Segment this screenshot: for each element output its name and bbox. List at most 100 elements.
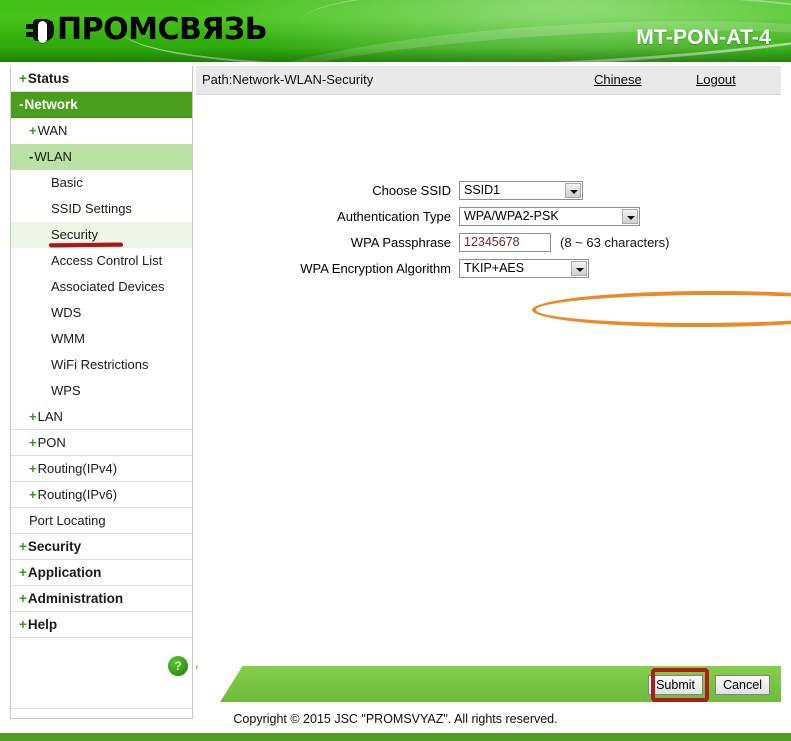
sidebar-item-label: Status <box>27 71 70 86</box>
selected-value: WPA/WPA2-PSK <box>464 208 559 223</box>
sidebar-item-status[interactable]: +Status <box>11 66 192 92</box>
sidebar-item-label: WiFi Restrictions <box>51 357 149 372</box>
selected-value: TKIP+AES <box>464 260 525 275</box>
sidebar-item-wifi-restrictions[interactable]: WiFi Restrictions <box>11 352 192 378</box>
footer-bottom-bar <box>0 733 791 741</box>
field-control: SSID1 <box>459 180 583 200</box>
field-control: TKIP+AES <box>459 258 589 278</box>
sidebar-item-lan[interactable]: +LAN <box>11 404 192 430</box>
sidebar-item-label: Basic <box>51 175 83 190</box>
sidebar-item-wlan[interactable]: -WLAN <box>11 144 192 170</box>
selected-value: SSID1 <box>464 182 501 197</box>
sidebar-item-label: WDS <box>51 305 82 320</box>
sidebar-item-help[interactable]: +Help <box>11 612 192 638</box>
sidebar-item-label: Associated Devices <box>51 279 165 294</box>
sidebar-item-label: Security <box>51 227 98 242</box>
chevron-down-icon[interactable] <box>571 260 587 276</box>
sidebar-item-wps[interactable]: WPS <box>11 378 192 404</box>
sidebar-item-label: Access Control List <box>51 253 163 268</box>
choose-ssid-select[interactable]: SSID1 <box>459 180 583 200</box>
sidebar-filler: ? <box>11 638 192 709</box>
expand-icon: + <box>19 71 27 86</box>
sidebar-item-network[interactable]: -Network <box>11 92 192 118</box>
field-label: WPA Passphrase <box>350 234 451 250</box>
field-hint: (8 ~ 63 characters) <box>560 234 670 250</box>
expand-icon: + <box>29 409 37 424</box>
sidebar-item-ssid-settings[interactable]: SSID Settings <box>11 196 192 222</box>
expand-icon: + <box>29 461 37 476</box>
sidebar-item-label: Routing(IPv4) <box>37 461 118 476</box>
sidebar-item-label: WLAN <box>34 149 72 164</box>
breadcrumb-bar: Path:Network-WLAN-Security Chinese Logou… <box>196 66 781 95</box>
field-label: Choose SSID <box>372 182 451 198</box>
sidebar-item-label: PON <box>37 435 66 450</box>
sidebar-item-label: Network <box>24 97 78 112</box>
brand-logo: ПРОМСВЯЗЬ <box>26 10 268 50</box>
sidebar-item-label: Security <box>27 539 82 554</box>
help-icon[interactable]: ? <box>168 656 188 676</box>
field-control: WPA/WPA2-PSK <box>459 206 640 226</box>
action-bar: Submit Cancel <box>196 666 781 702</box>
main-content: Path:Network-WLAN-Security Chinese Logou… <box>196 66 791 666</box>
sidebar-item-routing-ipv6[interactable]: +Routing(IPv6) <box>11 482 192 508</box>
field-label: WPA Encryption Algorithm <box>300 260 451 276</box>
field-control: (8 ~ 63 characters) <box>459 232 670 252</box>
sidebar-item-label: Port Locating <box>29 513 106 528</box>
chevron-down-icon[interactable] <box>622 208 638 224</box>
sidebar-item-label: Application <box>27 565 102 580</box>
cancel-button[interactable]: Cancel <box>715 675 770 695</box>
sidebar-item-wds[interactable]: WDS <box>11 300 192 326</box>
sidebar-item-label: Routing(IPv6) <box>37 487 118 502</box>
expand-icon: + <box>29 487 37 502</box>
copyright-text: Copyright © 2015 JSC "PROMSVYAZ". All ri… <box>233 712 558 726</box>
sidebar-item-port-locating[interactable]: Port Locating <box>11 508 192 534</box>
sidebar-item-basic[interactable]: Basic <box>11 170 192 196</box>
sidebar-item-pon[interactable]: +PON <box>11 430 192 456</box>
sidebar-item-wan[interactable]: +WAN <box>11 118 192 144</box>
expand-icon: + <box>19 617 27 632</box>
wpa-encryption-algorithm-select[interactable]: TKIP+AES <box>459 258 589 278</box>
logout-link[interactable]: Logout <box>696 72 736 87</box>
sidebar-item-wmm[interactable]: WMM <box>11 326 192 352</box>
sidebar-item-associated-devices[interactable]: Associated Devices <box>11 274 192 300</box>
form-row: WPA Passphrase (8 ~ 63 characters) <box>196 230 781 254</box>
chevron-down-icon[interactable] <box>565 182 581 198</box>
plug-icon <box>26 15 56 45</box>
sidebar-item-security[interactable]: +Security <box>11 534 192 560</box>
wlan-security-form: Choose SSID SSID1 Authentication Type WPA/W… <box>196 95 791 665</box>
device-model-label: MT-PON-AT-4 <box>636 26 771 49</box>
collapse-icon: - <box>19 97 24 112</box>
field-label: Authentication Type <box>337 208 451 224</box>
sidebar-item-label: SSID Settings <box>51 201 132 216</box>
sidebar-item-administration[interactable]: +Administration <box>11 586 192 612</box>
sidebar-item-label: WAN <box>37 123 68 138</box>
breadcrumb: Path:Network-WLAN-Security <box>202 72 374 87</box>
sidebar-item-label: LAN <box>37 409 63 424</box>
authentication-type-select[interactable]: WPA/WPA2-PSK <box>459 206 640 226</box>
brand-name: ПРОМСВЯЗЬ <box>57 12 268 47</box>
language-switch-link[interactable]: Chinese <box>594 72 642 87</box>
wpa-passphrase-input[interactable] <box>459 232 551 252</box>
expand-icon: + <box>19 591 27 606</box>
sidebar-item-label: Help <box>27 617 58 632</box>
sidebar-item-security[interactable]: Security <box>11 222 192 248</box>
sidebar-navigation: +Status -Network +WAN -WLAN Basic SSID Settin… <box>10 66 193 719</box>
sidebar-item-label: WPS <box>51 383 81 398</box>
submit-button[interactable]: Submit <box>648 675 703 695</box>
expand-icon: + <box>29 435 37 450</box>
sidebar-item-access-control-list[interactable]: Access Control List <box>11 248 192 274</box>
collapse-icon: - <box>29 149 34 164</box>
expand-icon: + <box>19 565 27 580</box>
form-row: WPA Encryption Algorithm TKIP+AES <box>196 256 781 280</box>
form-row: Choose SSID SSID1 <box>196 178 781 202</box>
expand-icon: + <box>29 123 37 138</box>
form-row: Authentication Type WPA/WPA2-PSK <box>196 204 781 228</box>
router-admin-page: ПРОМСВЯЗЬ MT-PON-AT-4 +Status -Network +WA… <box>0 0 791 741</box>
sidebar-item-label: Administration <box>27 591 124 606</box>
sidebar-item-application[interactable]: +Application <box>11 560 192 586</box>
expand-icon: + <box>19 539 27 554</box>
sidebar-item-routing-ipv4[interactable]: +Routing(IPv4) <box>11 456 192 482</box>
content-divider <box>196 659 781 660</box>
sidebar-item-label: WMM <box>51 331 85 346</box>
page-header: ПРОМСВЯЗЬ MT-PON-AT-4 <box>0 0 791 62</box>
